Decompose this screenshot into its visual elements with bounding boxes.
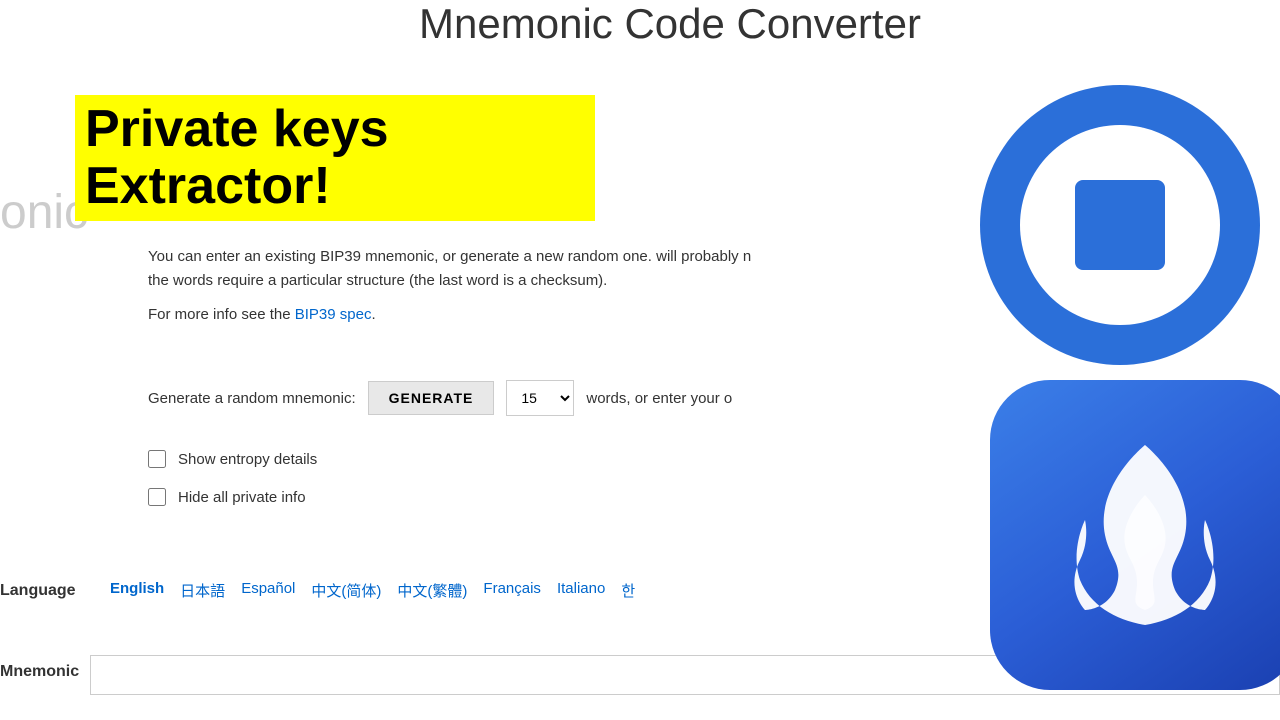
language-label: Language — [0, 582, 90, 600]
banner-line1: Private keys — [85, 101, 585, 158]
desc-line1b: will probably n — [656, 248, 751, 265]
checkbox-section: Show entropy details Hide all private in… — [148, 450, 317, 506]
banner-line2: Extractor! — [85, 158, 585, 215]
page-title: Mnemonic Code Converter — [0, 0, 1280, 48]
language-section: Language English 日本語 Español 中文(简体) 中文(繁… — [0, 580, 635, 601]
hide-private-checkbox-label[interactable]: Hide all private info — [148, 488, 317, 506]
desc-period: . — [371, 306, 375, 323]
promo-banner: Private keys Extractor! — [75, 95, 595, 221]
lang-korean[interactable]: 한 — [621, 580, 635, 601]
word-count-select[interactable]: 3 6 9 12 15 18 21 24 — [506, 380, 574, 416]
flame-svg — [1065, 435, 1225, 635]
lang-chinese-traditional[interactable]: 中文(繁體) — [397, 580, 467, 601]
enter-text-suffix: words, or enter your o — [586, 390, 732, 407]
description-text: You can enter an existing BIP39 mnemonic… — [148, 245, 751, 327]
entropy-checkbox[interactable] — [148, 450, 166, 468]
lang-chinese-simplified[interactable]: 中文(简体) — [311, 580, 381, 601]
mnemonic-label: Mnemonic — [0, 655, 90, 681]
lang-spanish[interactable]: Español — [241, 580, 295, 601]
hide-private-label: Hide all private info — [178, 489, 306, 506]
desc-line1: You can enter an existing BIP39 mnemonic… — [148, 248, 652, 265]
stop-icon-ring — [1020, 125, 1220, 325]
generate-button[interactable]: GENERATE — [368, 381, 495, 415]
desc-line3: For more info see the — [148, 306, 295, 323]
lang-french[interactable]: Français — [483, 580, 541, 601]
lang-english[interactable]: English — [110, 580, 164, 601]
stop-icon-square — [1075, 180, 1165, 270]
generate-section: Generate a random mnemonic: GENERATE 3 6… — [148, 380, 732, 416]
entropy-checkbox-label[interactable]: Show entropy details — [148, 450, 317, 468]
stop-icon — [980, 85, 1260, 365]
flame-icon — [990, 380, 1280, 690]
desc-line2: the words require a particular structure… — [148, 272, 607, 289]
entropy-label: Show entropy details — [178, 451, 317, 468]
generate-label: Generate a random mnemonic: — [148, 390, 356, 407]
lang-japanese[interactable]: 日本語 — [180, 580, 225, 601]
hide-private-checkbox[interactable] — [148, 488, 166, 506]
language-links: English 日本語 Español 中文(简体) 中文(繁體) França… — [110, 580, 635, 601]
bip39-link[interactable]: BIP39 spec — [295, 306, 372, 323]
lang-italian[interactable]: Italiano — [557, 580, 605, 601]
